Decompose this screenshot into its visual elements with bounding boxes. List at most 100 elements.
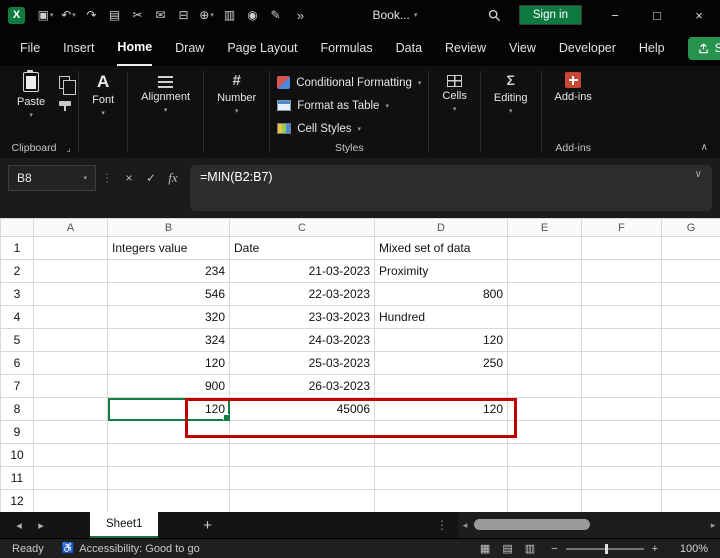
cell-E2[interactable]	[507, 259, 582, 283]
maximize-button[interactable]: □	[636, 0, 678, 30]
cell-D3[interactable]: 800	[374, 282, 508, 306]
cell-F10[interactable]	[581, 443, 662, 467]
cell-A11[interactable]	[33, 466, 108, 490]
cell-G3[interactable]	[661, 282, 720, 306]
column-header-F[interactable]: F	[581, 218, 662, 237]
cell-C5[interactable]: 24-03-2023	[229, 328, 375, 352]
cell-A4[interactable]	[33, 305, 108, 329]
clipboard-dialog-launcher-icon[interactable]: ⌟	[66, 143, 70, 154]
tab-home[interactable]: Home	[117, 30, 153, 66]
search-icon[interactable]	[488, 9, 501, 22]
cell-B6[interactable]: 120	[107, 351, 230, 375]
cell-B1[interactable]: Integers value	[107, 236, 230, 260]
cell-A12[interactable]	[33, 489, 108, 512]
row-header-1[interactable]: 1	[0, 236, 34, 260]
row-header-4[interactable]: 4	[0, 305, 34, 329]
zoom-slider[interactable]	[565, 543, 644, 554]
tab-view[interactable]: View	[509, 30, 536, 66]
cell-A8[interactable]	[33, 397, 108, 421]
cell-B10[interactable]	[107, 443, 230, 467]
scroll-right-icon[interactable]: ▸	[706, 520, 720, 531]
cell-E6[interactable]	[507, 351, 582, 375]
excel-app-icon[interactable]: X	[8, 6, 25, 24]
number-group-button[interactable]: # Number ▾	[211, 72, 262, 115]
sheet-nav-left-icon[interactable]: ◂	[8, 519, 30, 532]
conditional-formatting-button[interactable]: Conditional Formatting ▾	[277, 72, 421, 93]
tab-developer[interactable]: Developer	[559, 30, 616, 66]
cell-G4[interactable]	[661, 305, 720, 329]
column-header-D[interactable]: D	[374, 218, 508, 237]
cell-D8[interactable]: 120	[374, 397, 508, 421]
copy-icon[interactable]	[59, 76, 77, 95]
cell-F2[interactable]	[581, 259, 662, 283]
cell-D1[interactable]: Mixed set of data	[374, 236, 508, 260]
cell-styles-button[interactable]: Cell Styles ▾	[277, 118, 421, 139]
scroll-left-icon[interactable]: ◂	[458, 520, 472, 531]
collapse-ribbon-icon[interactable]: ∧	[701, 142, 708, 153]
cell-D9[interactable]	[374, 420, 508, 444]
save-icon[interactable]: ▣ ▾	[34, 8, 57, 22]
pen-icon[interactable]: ✎	[264, 8, 287, 22]
cell-F5[interactable]	[581, 328, 662, 352]
cell-D5[interactable]: 120	[374, 328, 508, 352]
scrollbar-thumb[interactable]	[474, 519, 590, 530]
cell-A1[interactable]	[33, 236, 108, 260]
format-as-table-button[interactable]: Format as Table ▾	[277, 95, 421, 116]
cell-D12[interactable]	[374, 489, 508, 512]
cell-F1[interactable]	[581, 236, 662, 260]
mail-icon[interactable]: ✉	[149, 8, 172, 22]
sheet-nav-right-icon[interactable]: ▸	[30, 519, 52, 532]
column-header-C[interactable]: C	[229, 218, 375, 237]
add-sheet-button[interactable]: +	[196, 517, 218, 534]
page-break-view-icon[interactable]: ▥	[525, 542, 535, 555]
redo-icon[interactable]: ↷	[80, 8, 103, 22]
tab-help[interactable]: Help	[639, 30, 665, 66]
cell-F12[interactable]	[581, 489, 662, 512]
cell-B4[interactable]: 320	[107, 305, 230, 329]
share-button[interactable]: Share ▾	[687, 36, 720, 60]
workbook-title[interactable]: Book... ▾	[372, 8, 417, 22]
tab-file[interactable]: File	[20, 30, 40, 66]
tab-page-layout[interactable]: Page Layout	[227, 30, 297, 66]
cell-A6[interactable]	[33, 351, 108, 375]
cell-C8[interactable]: 45006	[229, 397, 375, 421]
cell-A2[interactable]	[33, 259, 108, 283]
tab-formulas[interactable]: Formulas	[321, 30, 373, 66]
tab-draw[interactable]: Draw	[175, 30, 204, 66]
row-header-5[interactable]: 5	[0, 328, 34, 352]
cell-B9[interactable]	[107, 420, 230, 444]
undo-icon[interactable]: ↶ ▾	[57, 8, 80, 22]
cell-A3[interactable]	[33, 282, 108, 306]
cell-D2[interactable]: Proximity	[374, 259, 508, 283]
cell-C10[interactable]	[229, 443, 375, 467]
cell-B5[interactable]: 324	[107, 328, 230, 352]
cell-D6[interactable]: 250	[374, 351, 508, 375]
cell-B7[interactable]: 900	[107, 374, 230, 398]
enter-icon[interactable]: ✓	[140, 165, 162, 191]
cell-A5[interactable]	[33, 328, 108, 352]
accessibility-status[interactable]: ♿ Accessibility: Good to go	[62, 543, 200, 555]
cell-G5[interactable]	[661, 328, 720, 352]
cell-F9[interactable]	[581, 420, 662, 444]
paste-button[interactable]: Paste ▾	[11, 70, 51, 119]
cell-C1[interactable]: Date	[229, 236, 375, 260]
cell-F4[interactable]	[581, 305, 662, 329]
cell-E8[interactable]	[507, 397, 582, 421]
cell-A9[interactable]	[33, 420, 108, 444]
copy-icon[interactable]: ▤	[103, 8, 126, 22]
cells-group-button[interactable]: Cells ▾	[436, 72, 472, 113]
cell-G10[interactable]	[661, 443, 720, 467]
cell-B11[interactable]	[107, 466, 230, 490]
cell-E9[interactable]	[507, 420, 582, 444]
cell-F6[interactable]	[581, 351, 662, 375]
row-header-9[interactable]: 9	[0, 420, 34, 444]
insert-function-icon[interactable]: fx	[162, 165, 184, 191]
tab-insert[interactable]: Insert	[63, 30, 94, 66]
column-header-G[interactable]: G	[661, 218, 720, 237]
sheetbar-more-icon[interactable]: ⋮	[436, 518, 448, 532]
cell-G12[interactable]	[661, 489, 720, 512]
scrollbar-track[interactable]	[472, 512, 706, 538]
row-header-7[interactable]: 7	[0, 374, 34, 398]
cell-G6[interactable]	[661, 351, 720, 375]
cell-G1[interactable]	[661, 236, 720, 260]
